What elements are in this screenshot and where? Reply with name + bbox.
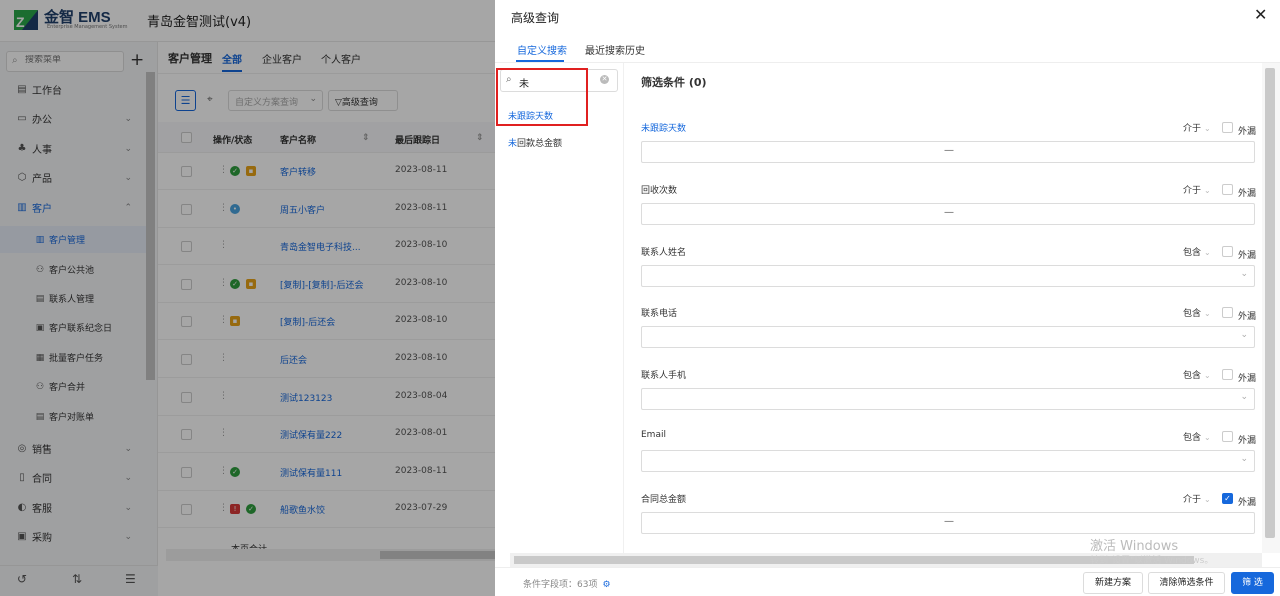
field-count-text: 条件字段项：63项 — [523, 580, 598, 590]
select-input[interactable]: ⌄ — [641, 265, 1255, 287]
operator-select[interactable]: 包含 ⌄ — [1183, 245, 1211, 258]
operator-value: 介于 — [1183, 495, 1202, 505]
operator-select[interactable]: 包含 ⌄ — [1183, 430, 1211, 443]
match-highlight: 未 — [508, 139, 518, 149]
chevron-down-icon: ⌄ — [1240, 269, 1248, 279]
expose-checkbox[interactable] — [1222, 184, 1233, 195]
expose-checkbox[interactable] — [1222, 122, 1233, 133]
field-label: 联系人姓名 — [641, 248, 687, 258]
select-input[interactable]: ⌄ — [641, 388, 1255, 410]
chevron-down-icon: ⌄ — [1204, 495, 1211, 504]
operator-value: 介于 — [1183, 186, 1202, 196]
field-label: Email — [641, 430, 666, 440]
expose-label: 外漏 — [1238, 374, 1257, 384]
select-input[interactable]: ⌄ — [641, 450, 1255, 472]
expose-label: 外漏 — [1238, 436, 1257, 446]
chevron-down-icon: ⌄ — [1204, 371, 1211, 380]
field-label: 未跟踪天数 — [641, 124, 687, 134]
windows-watermark-sub: 转到"设置"以激活 Windows。 — [1090, 556, 1214, 566]
chevron-down-icon: ⌄ — [1204, 248, 1211, 257]
close-icon[interactable]: ✕ — [1254, 5, 1267, 24]
expose-checkbox[interactable]: ✓ — [1222, 493, 1233, 504]
chevron-down-icon: ⌄ — [1240, 392, 1248, 402]
settings-sliders-icon[interactable]: ⚙ — [602, 580, 610, 590]
field-label: 回收次数 — [641, 186, 678, 196]
operator-select[interactable]: 介于 ⌄ — [1183, 121, 1211, 134]
chevron-down-icon: ⌄ — [1204, 186, 1211, 195]
operator-select[interactable]: 介于 ⌄ — [1183, 183, 1211, 196]
tab-search-history[interactable]: 最近搜索历史 — [585, 42, 645, 57]
conditions-title: 筛选条件 (0) — [641, 76, 707, 89]
filter-button[interactable]: 筛 选 — [1231, 572, 1274, 594]
operator-value: 包含 — [1183, 248, 1202, 258]
field-label: 联系人手机 — [641, 371, 687, 381]
scrollbar-thumb[interactable] — [1265, 68, 1275, 538]
chevron-down-icon: ⌄ — [1240, 454, 1248, 464]
chevron-down-icon: ⌄ — [1204, 309, 1211, 318]
modal-overlay[interactable] — [0, 0, 495, 596]
clear-filters-button[interactable]: 清除筛选条件 — [1148, 572, 1225, 594]
chevron-down-icon: ⌄ — [1204, 124, 1211, 133]
operator-value: 包含 — [1183, 433, 1202, 443]
field-label: 合同总金额 — [641, 495, 687, 505]
range-input[interactable]: — — [641, 512, 1255, 534]
select-input[interactable]: ⌄ — [641, 326, 1255, 348]
range-input[interactable]: — — [641, 203, 1255, 225]
field-result-item[interactable]: 未回款总金额 — [508, 136, 562, 149]
divider — [495, 567, 1280, 568]
operator-value: 包含 — [1183, 309, 1202, 319]
expose-label: 外漏 — [1238, 498, 1257, 508]
range-separator: — — [944, 145, 954, 156]
highlight-annotation-box — [496, 68, 588, 126]
operator-select[interactable]: 介于 ⌄ — [1183, 492, 1211, 505]
operator-value: 包含 — [1183, 371, 1202, 381]
drawer-title: 高级查询 — [511, 11, 560, 25]
range-separator: — — [944, 516, 954, 527]
expose-label: 外漏 — [1238, 251, 1257, 261]
expose-checkbox[interactable] — [1222, 246, 1233, 257]
clear-icon[interactable]: ✕ — [600, 75, 609, 84]
operator-value: 介于 — [1183, 124, 1202, 134]
range-input[interactable]: — — [641, 141, 1255, 163]
field-label: 联系电话 — [641, 309, 678, 319]
divider — [495, 62, 1280, 63]
windows-watermark: 激活 Windows — [1090, 539, 1179, 554]
tab-custom-search[interactable]: 自定义搜索 — [517, 42, 567, 57]
new-plan-button[interactable]: 新建方案 — [1083, 572, 1143, 594]
expose-checkbox[interactable] — [1222, 431, 1233, 442]
expose-label: 外漏 — [1238, 127, 1257, 137]
chevron-down-icon: ⌄ — [1240, 330, 1248, 340]
chevron-down-icon: ⌄ — [1204, 433, 1211, 442]
operator-select[interactable]: 包含 ⌄ — [1183, 368, 1211, 381]
expose-checkbox[interactable] — [1222, 369, 1233, 380]
divider — [623, 63, 624, 553]
expose-label: 外漏 — [1238, 312, 1257, 322]
field-count: 条件字段项：63项 ⚙ — [523, 577, 611, 590]
range-separator: — — [944, 207, 954, 218]
expose-checkbox[interactable] — [1222, 307, 1233, 318]
operator-select[interactable]: 包含 ⌄ — [1183, 306, 1211, 319]
expose-label: 外漏 — [1238, 189, 1257, 199]
field-result-text: 回款总金额 — [517, 139, 563, 149]
